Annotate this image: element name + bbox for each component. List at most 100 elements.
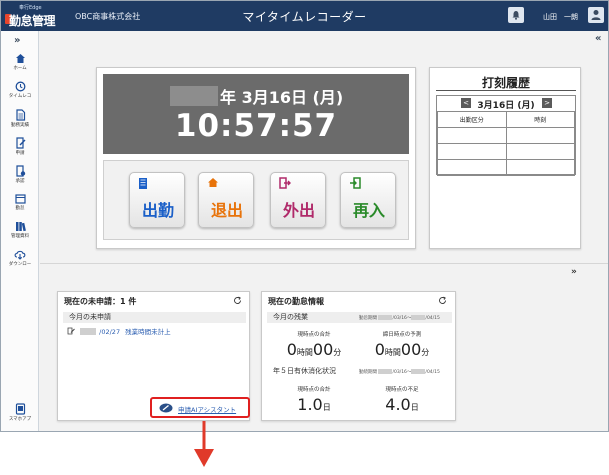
sidebar-item-label: 承認 [15, 179, 25, 184]
ai-assistant-icon [159, 403, 173, 413]
clock-display: 年 3月16日 (月) 10:57:57 [103, 74, 409, 154]
refresh-icon[interactable] [438, 296, 447, 305]
approve-icon [15, 165, 25, 177]
attendance-info-card: 現在の勤怠情報 今月の残業 勤怠期間 /03/16～/04/15 現時点の合計 … [261, 291, 456, 421]
edit-document-icon [67, 327, 75, 335]
callout-arrow [194, 421, 214, 467]
table-row [437, 143, 575, 160]
calendar-icon [14, 194, 26, 204]
punch-button-row: 出勤 退出 外出 再入 [103, 160, 409, 240]
table-row [437, 159, 575, 176]
go-out-button[interactable]: 外出 [270, 172, 326, 228]
forecast-label: 締日時点の予測 [382, 332, 422, 338]
divider [436, 90, 576, 91]
sidebar-item-approve[interactable]: 承認 [1, 163, 39, 191]
leave-short-label: 現時点の不足 [385, 387, 419, 393]
sidebar-item-smartphone-app[interactable]: スマホアプ [1, 401, 39, 429]
clock-in-button[interactable]: 出勤 [129, 172, 185, 228]
clock-out-button[interactable]: 退出 [198, 172, 254, 228]
pending-item-text: 残業時間未計上 [125, 328, 171, 336]
clock-icon [15, 81, 25, 92]
sidebar-item-attendance[interactable]: 勤怠 [1, 191, 39, 219]
column-header: 時刻 [505, 111, 575, 128]
ai-assistant-link[interactable]: 申請AIアシスタント [150, 397, 250, 418]
user-menu-button[interactable] [588, 7, 604, 23]
forecast-overtime-value: 0時間00分 [374, 340, 430, 359]
redacted-year [411, 369, 426, 374]
history-table-box: < 3月16日 (月) > 出勤区分 時刻 [436, 95, 576, 176]
pending-item[interactable]: /02/27 残業時間未計上 [67, 326, 171, 336]
sidebar-item-label: 管理資料 [11, 234, 29, 239]
period-label: 勤続期間 [359, 370, 377, 375]
section-divider [40, 263, 608, 264]
building-icon [139, 178, 147, 189]
sidebar-item-label: 勤怠 [15, 206, 25, 211]
return-label: 再入 [352, 201, 385, 220]
user-name: 山田 一朗 [543, 13, 578, 21]
sidebar-item-label: 申請 [15, 151, 25, 156]
go-out-label: 外出 [282, 201, 315, 220]
punch-history-panel: 打刻履歴 < 3月16日 (月) > 出勤区分 時刻 [429, 67, 581, 249]
redacted-year [170, 86, 218, 106]
header-bar: 奉行Edge 勤怠管理 OBC商事株式会社 マイタイムレコーダー 山田 一朗 [1, 1, 608, 31]
sidebar-item-reports[interactable]: 管理資料 [1, 219, 39, 247]
bell-icon [512, 11, 520, 20]
history-title: 打刻履歴 [481, 76, 530, 90]
app-window: 奉行Edge 勤怠管理 OBC商事株式会社 マイタイムレコーダー 山田 一朗 »… [0, 0, 609, 432]
table-row [437, 127, 575, 144]
sidebar-item-download[interactable]: ダウンロー [1, 247, 39, 275]
clock-in-label: 出勤 [141, 201, 174, 220]
leave-total-value: 1.0日 [297, 395, 331, 414]
sidebar-item-label: 勤務実績 [11, 123, 29, 128]
redacted-year [378, 369, 393, 374]
return-button[interactable]: 再入 [340, 172, 396, 228]
overtime-head: 今月の残業 [273, 313, 308, 321]
home-icon [208, 178, 218, 187]
sidebar-item-timerecorder[interactable]: タイムレコ [1, 79, 39, 107]
sidebar-item-apply[interactable]: 申請 [1, 135, 39, 163]
current-date: 年 3月16日 (月) [220, 88, 344, 107]
overtime-period: 勤怠期間 /03/16～/04/15 [359, 315, 440, 321]
cloud-download-icon [14, 250, 26, 260]
leave-total-label: 現時点の合計 [297, 387, 331, 393]
leave-head: 年５日有休消化状況 [273, 367, 336, 375]
enter-door-icon [350, 177, 361, 189]
next-day-button[interactable]: > [542, 98, 552, 108]
leave-period: 勤続期間 /03/16～/04/15 [359, 369, 440, 375]
sidebar-item-label: ダウンロー [8, 262, 32, 267]
books-icon [15, 222, 26, 232]
document-icon [15, 109, 25, 121]
refresh-icon[interactable] [233, 296, 242, 305]
attendance-title: 現在の勤怠情報 [268, 297, 324, 306]
current-overtime-value: 0時間00分 [286, 340, 342, 359]
smartphone-icon [15, 403, 25, 415]
panel-collapse-icon[interactable]: « [595, 33, 601, 44]
clock-out-label: 退出 [210, 201, 243, 220]
redacted-year [80, 328, 97, 335]
redacted-year [378, 315, 393, 320]
sidebar: » ホーム タイムレコ 勤務実績 申請 承認 勤怠 管理資料 ダウンロー スマホ… [1, 31, 39, 431]
sidebar-item-label: スマホアプ [8, 417, 32, 422]
current-time: 10:57:57 [174, 108, 338, 144]
period-label: 勤怠期間 [359, 316, 377, 321]
pending-item-date: /02/27 [99, 328, 121, 336]
current-total-label: 現時点の合計 [297, 332, 331, 338]
sidebar-item-records[interactable]: 勤務実績 [1, 107, 39, 135]
section-expand-icon[interactable]: » [571, 267, 577, 277]
history-table: 出勤区分 時刻 [437, 111, 575, 176]
sidebar-item-label: ホーム [13, 66, 27, 71]
sidebar-expand-icon[interactable]: » [14, 35, 20, 46]
time-recorder-panel: 年 3月16日 (月) 10:57:57 出勤 退出 外出 再入 [96, 67, 416, 249]
leave-short-value: 4.0日 [385, 395, 419, 414]
pending-subhead: 今月の未申請 [63, 312, 246, 323]
notification-button[interactable] [508, 7, 524, 23]
sidebar-item-label: タイムレコ [8, 94, 32, 99]
home-icon [15, 54, 25, 63]
pending-title: 現在の未申請：1 件 [64, 297, 137, 306]
ai-assistant-label: 申請AIアシスタント [178, 406, 237, 414]
sidebar-item-home[interactable]: ホーム [1, 51, 39, 79]
apply-icon [15, 137, 25, 149]
redacted-year [411, 315, 426, 320]
exit-door-icon [279, 177, 291, 189]
column-header: 出勤区分 [437, 111, 507, 128]
